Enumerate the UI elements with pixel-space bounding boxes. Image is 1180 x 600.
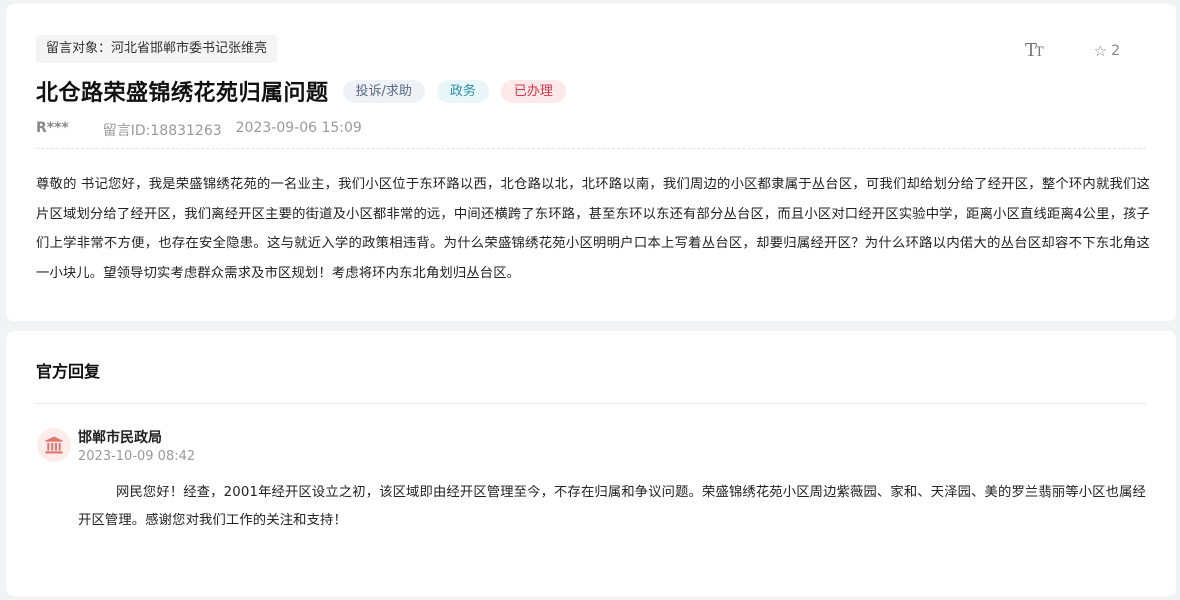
- divider: [36, 403, 1146, 404]
- divider: [36, 148, 1146, 149]
- message-datetime: 2023-09-06 15:09: [235, 120, 362, 136]
- message-meta: R*** 留言ID:18831263 2023-09-06 15:09: [36, 120, 362, 140]
- message-card: 留言对象：河北省邯郸市委书记张维亮 TT ☆ 2 北仓路荣盛锦绣花苑归属问题 投…: [6, 4, 1176, 321]
- message-content: 尊敬的 书记您好，我是荣盛锦绣花苑的一名业主，我们小区位于东环路以西，北仓路以北…: [36, 177, 1150, 281]
- author-name: R***: [36, 120, 69, 136]
- reply-datetime: 2023-10-09 08:42: [78, 449, 196, 464]
- reply-heading: 官方回复: [36, 362, 101, 381]
- title-row: 北仓路荣盛锦绣花苑归属问题 投诉/求助 政务 已办理: [36, 75, 566, 107]
- message-target: 留言对象：河北省邯郸市委书记张维亮: [36, 35, 278, 63]
- tag-domain[interactable]: 政务: [436, 79, 489, 103]
- message-id: 留言ID:18831263: [102, 123, 222, 139]
- department-name: 邯郸市民政局: [78, 430, 162, 446]
- star-outline-icon: ☆: [1093, 41, 1108, 60]
- government-building-icon: [37, 428, 71, 462]
- reply-card: 官方回复 邯郸市民政局 2023-10-09 08:42 网民您好！经查，200…: [6, 331, 1176, 596]
- message-tools: TT ☆ 2: [1025, 40, 1120, 61]
- tag-status: 已办理: [500, 79, 566, 103]
- tag-category[interactable]: 投诉/求助: [342, 79, 425, 103]
- favorite-count: 2: [1111, 42, 1120, 59]
- favorite-button[interactable]: ☆ 2: [1094, 42, 1120, 60]
- message-title: 北仓路荣盛锦绣花苑归属问题: [36, 81, 329, 106]
- reply-content: 网民您好！经查，2001年经开区设立之初，该区域即由经开区管理至今，不存在归属和…: [78, 485, 1146, 528]
- font-size-icon[interactable]: TT: [1025, 40, 1044, 61]
